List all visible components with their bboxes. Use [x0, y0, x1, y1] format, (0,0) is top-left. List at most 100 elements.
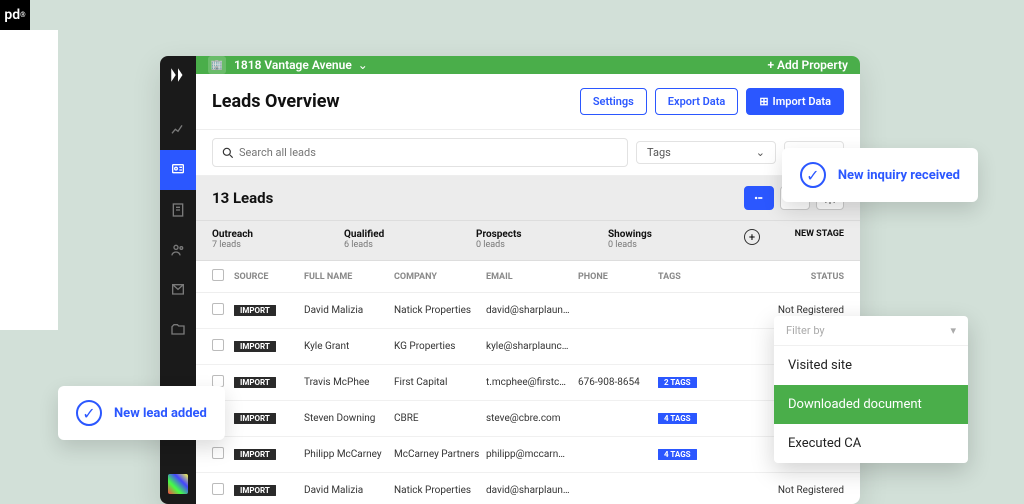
page-background [0, 30, 58, 330]
cell-source: IMPORT [234, 413, 304, 424]
table-body: IMPORTDavid MaliziaNatick Propertiesdavi… [196, 293, 860, 504]
cell-source: IMPORT [234, 449, 304, 460]
search-row: Tags⌄ Filters [196, 130, 860, 176]
col-full-name[interactable]: FULL NAME [304, 272, 394, 282]
stage-prospects[interactable]: Prospects 0 leads [476, 229, 608, 250]
cell-name: Kyle Grant [304, 341, 394, 352]
filter-dropdown-header: Filter by ▾ [774, 316, 968, 346]
property-badge-icon: 🏢 [208, 56, 226, 74]
cell-tags: 4 TAGS [658, 449, 724, 460]
leads-count-strip: 13 Leads [196, 176, 860, 221]
topbar: 🏢 1818 Vantage Avenue ⌄ + Add Property [196, 56, 860, 74]
toast-text: New lead added [114, 406, 207, 421]
select-all-checkbox[interactable] [212, 269, 224, 281]
chevron-down-icon: ⌄ [756, 146, 765, 159]
add-property-button[interactable]: + Add Property [767, 58, 848, 72]
stage-qualified[interactable]: Qualified 6 leads [344, 229, 476, 250]
cell-company: First Capital [394, 377, 486, 388]
table-row[interactable]: IMPORTSteven DowningCBREsteve@cbre.com 4 … [196, 401, 860, 437]
col-phone[interactable]: PHONE [578, 272, 658, 282]
cell-status: Not Registered [724, 305, 844, 316]
app-logo-icon [169, 66, 187, 84]
check-circle-icon: ✓ [800, 162, 826, 188]
table-row[interactable]: IMPORTDavid MaliziaNatick Propertiesdavi… [196, 473, 860, 504]
table-row[interactable]: IMPORTTravis McPheeFirst Capitalt.mcphee… [196, 365, 860, 401]
cell-source: IMPORT [234, 305, 304, 316]
add-stage-button[interactable]: + [740, 229, 764, 245]
filter-option[interactable]: Visited site [774, 346, 968, 385]
sidebar-item-team[interactable] [160, 230, 196, 270]
export-data-button[interactable]: Export Data [655, 88, 739, 115]
sidebar-item-files[interactable] [160, 310, 196, 350]
page-title: Leads Overview [212, 91, 340, 112]
plus-circle-icon: + [744, 229, 760, 245]
chevron-down-icon[interactable]: ⌄ [358, 58, 368, 72]
table-header: SOURCE FULL NAME COMPANY EMAIL PHONE TAG… [196, 261, 860, 293]
cell-email: steve@cbre.com [486, 413, 578, 424]
content-area: 🏢 1818 Vantage Avenue ⌄ + Add Property L… [196, 56, 860, 504]
cell-status: Not Registered [724, 485, 844, 496]
pd-logo: pd® [0, 0, 30, 30]
cell-email: philipp@mccarn… [486, 449, 578, 460]
cell-tags: 2 TAGS [658, 377, 724, 388]
check-circle-icon: ✓ [76, 400, 102, 426]
cell-name: Philipp McCarney [304, 449, 394, 460]
import-data-button[interactable]: ⊞Import Data [746, 88, 844, 115]
cell-source: IMPORT [234, 377, 304, 388]
col-email[interactable]: EMAIL [486, 272, 578, 282]
cell-name: David Malizia [304, 305, 394, 316]
cell-email: kyle@sharplaunc… [486, 341, 578, 352]
tags-select[interactable]: Tags⌄ [636, 141, 776, 164]
stage-outreach[interactable]: Outreach 7 leads [212, 229, 344, 250]
leads-count: 13 Leads [212, 189, 273, 207]
search-icon [221, 146, 235, 160]
sidebar-app-badge[interactable] [168, 474, 188, 494]
row-checkbox[interactable] [212, 339, 224, 351]
row-checkbox[interactable] [212, 447, 224, 459]
cell-source: IMPORT [234, 341, 304, 352]
sidebar-item-leads[interactable] [160, 150, 196, 190]
col-source[interactable]: SOURCE [234, 272, 304, 282]
view-card-button[interactable] [744, 186, 774, 210]
import-icon: ⊞ [759, 95, 768, 108]
table-row[interactable]: IMPORTKyle GrantKG Propertieskyle@sharpl… [196, 329, 860, 365]
property-name[interactable]: 1818 Vantage Avenue [234, 58, 352, 72]
col-status[interactable]: STATUS [724, 272, 844, 282]
new-stage-label[interactable]: NEW STAGE [764, 229, 844, 239]
col-tags[interactable]: TAGS [658, 272, 724, 282]
dropdown-caret-icon[interactable]: ▾ [950, 324, 956, 337]
title-row: Leads Overview Settings Export Data ⊞Imp… [196, 74, 860, 130]
row-checkbox[interactable] [212, 483, 224, 495]
stage-showings[interactable]: Showings 0 leads [608, 229, 740, 250]
cell-email: t.mcphee@firstc… [486, 377, 578, 388]
cell-email: david@sharplaun… [486, 305, 578, 316]
filter-option[interactable]: Downloaded document [774, 385, 968, 424]
title-actions: Settings Export Data ⊞Import Data [580, 88, 844, 115]
sidebar-item-inbox[interactable] [160, 270, 196, 310]
table-row[interactable]: IMPORTPhilipp McCarneyMcCarney Partnersp… [196, 437, 860, 473]
sidebar-item-documents[interactable] [160, 190, 196, 230]
cell-company: Natick Properties [394, 485, 486, 496]
cell-name: Travis McPhee [304, 377, 394, 388]
settings-button[interactable]: Settings [580, 88, 647, 115]
cell-name: David Malizia [304, 485, 394, 496]
toast-text: New inquiry received [838, 168, 960, 183]
cell-company: CBRE [394, 413, 486, 424]
filter-dropdown: Filter by ▾ Visited siteDownloaded docum… [774, 316, 968, 463]
sidebar-item-analytics[interactable] [160, 110, 196, 150]
app-window: 🏢 1818 Vantage Avenue ⌄ + Add Property L… [160, 56, 860, 504]
search-input[interactable] [239, 146, 619, 159]
cell-phone: 676-908-8654 [578, 377, 658, 388]
cell-name: Steven Downing [304, 413, 394, 424]
col-company[interactable]: COMPANY [394, 272, 486, 282]
row-checkbox[interactable] [212, 303, 224, 315]
cell-email: david@sharplaun… [486, 485, 578, 496]
cell-company: Natick Properties [394, 305, 486, 316]
cell-source: IMPORT [234, 485, 304, 496]
filter-option[interactable]: Executed CA [774, 424, 968, 463]
cell-tags: 4 TAGS [658, 413, 724, 424]
toast-new-lead: ✓ New lead added [58, 386, 225, 440]
search-box[interactable] [212, 138, 628, 167]
cell-company: McCarney Partners [394, 449, 486, 460]
table-row[interactable]: IMPORTDavid MaliziaNatick Propertiesdavi… [196, 293, 860, 329]
